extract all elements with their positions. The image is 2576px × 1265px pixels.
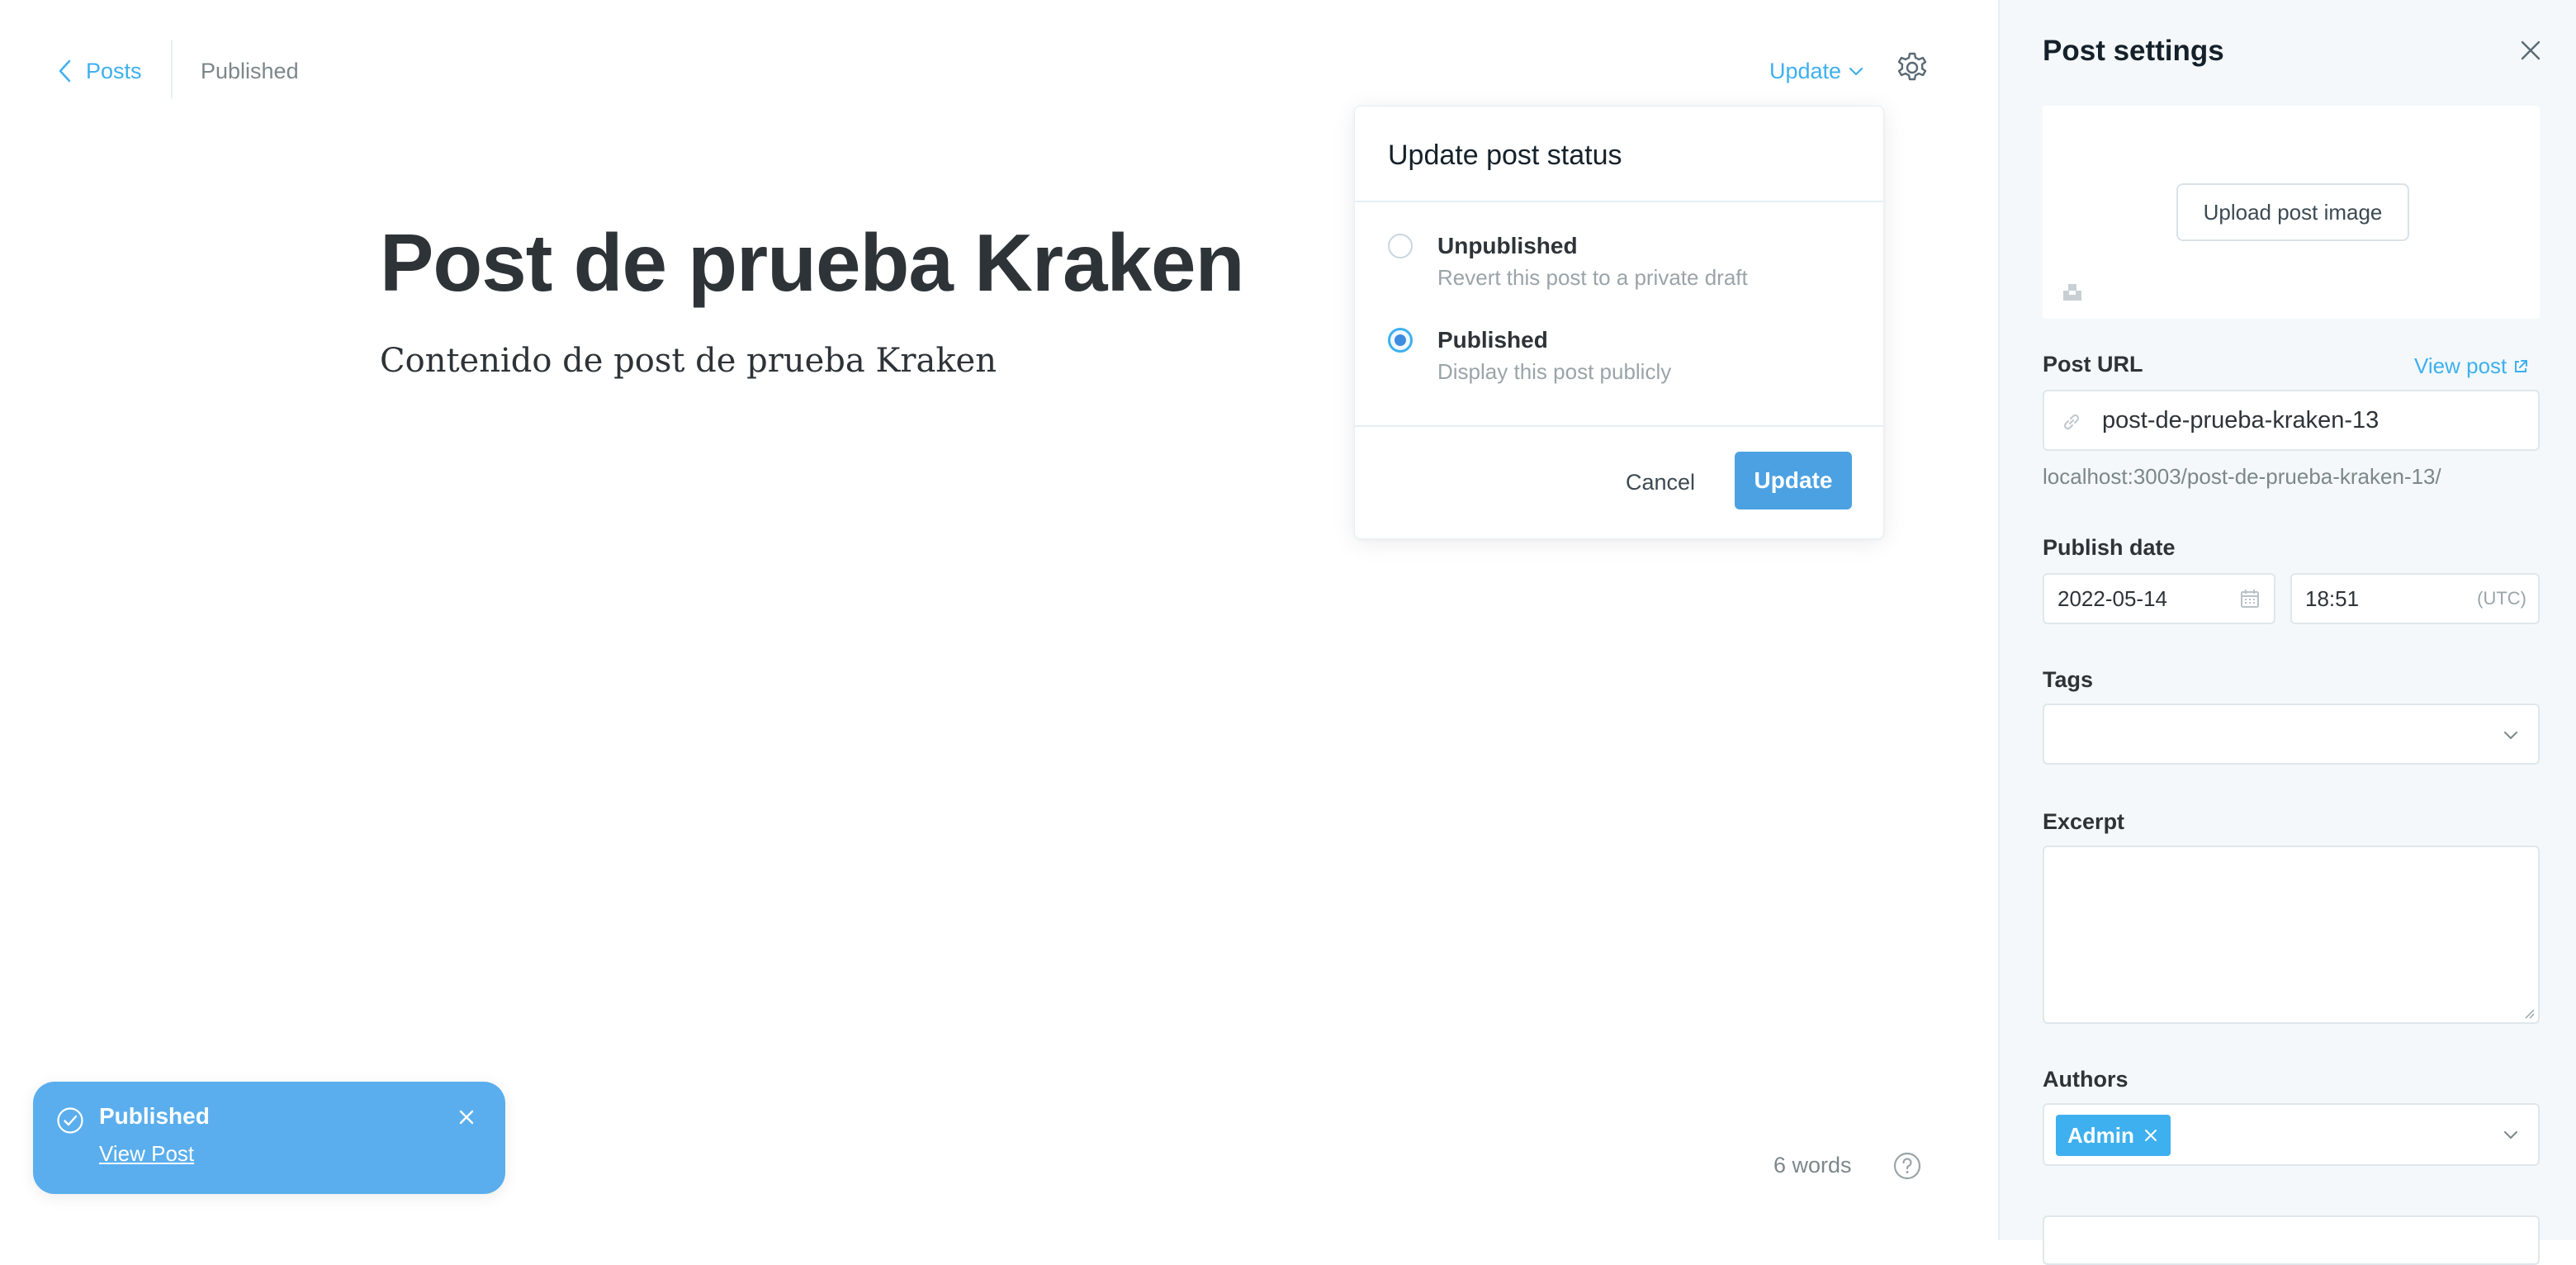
post-title[interactable]: Post de prueba Kraken	[380, 216, 1244, 310]
published-toast: Published View Post	[33, 1082, 505, 1194]
help-icon[interactable]	[1892, 1151, 1922, 1181]
gear-icon[interactable]	[1896, 51, 1929, 84]
chevron-down-icon	[2504, 732, 2517, 739]
chevron-down-icon	[2504, 1131, 2517, 1139]
radio-published[interactable]	[1388, 328, 1413, 353]
update-status-popover: Update post status Unpublished Revert th…	[1354, 106, 1884, 539]
remove-author-icon[interactable]	[2143, 1127, 2159, 1144]
update-menu-trigger[interactable]: Update	[1769, 53, 1864, 89]
publish-date-input[interactable]: 2022-05-14	[2043, 573, 2275, 624]
update-button[interactable]: Update	[1735, 452, 1852, 509]
link-icon	[2063, 414, 2080, 430]
option-label: Published	[1437, 327, 1548, 353]
popover-title: Update post status	[1388, 140, 1622, 171]
word-count: 6 words	[1773, 1153, 1852, 1177]
post-url-label: Post URL	[2043, 352, 2143, 377]
chevron-left-icon	[59, 59, 71, 83]
radio-unpublished[interactable]	[1388, 234, 1413, 258]
date-value: 2022-05-14	[2057, 586, 2167, 611]
authors-select[interactable]: Admin	[2043, 1103, 2540, 1166]
option-label: Unpublished	[1437, 233, 1578, 258]
post-status: Published	[201, 59, 299, 83]
toast-title: Published	[99, 1103, 210, 1129]
calendar-icon[interactable]	[2239, 588, 2261, 609]
upload-post-image-button[interactable]: Upload post image	[2176, 183, 2409, 241]
popover-divider	[1355, 425, 1883, 427]
status-option-published[interactable]: Published Display this post publicly	[1388, 326, 1671, 386]
next-settings-field[interactable]	[2043, 1215, 2540, 1265]
view-post-link[interactable]: View post	[2414, 353, 2528, 379]
status-option-unpublished[interactable]: Unpublished Revert this post to a privat…	[1388, 232, 1748, 291]
option-description: Display this post publicly	[1437, 359, 1672, 384]
post-image-area: Upload post image	[2043, 106, 2540, 319]
cancel-button[interactable]: Cancel	[1611, 453, 1710, 511]
close-icon[interactable]	[2518, 38, 2543, 63]
post-url-input[interactable]: post-de-prueba-kraken-13	[2043, 390, 2540, 451]
time-value: 18:51	[2305, 586, 2360, 611]
chevron-down-icon	[1849, 67, 1863, 76]
popover-header: Update post status	[1355, 107, 1883, 202]
panel-title: Post settings	[2043, 35, 2224, 67]
post-body[interactable]: Contenido de post de prueba Kraken	[380, 342, 997, 380]
back-to-posts-link[interactable]: Posts	[56, 53, 142, 89]
update-menu-label: Update	[1769, 58, 1842, 83]
check-circle-icon	[57, 1107, 83, 1134]
authors-label: Authors	[2043, 1067, 2129, 1092]
option-description: Revert this post to a private draft	[1437, 265, 1748, 290]
publish-date-label: Publish date	[2043, 535, 2176, 560]
author-chip: Admin	[2056, 1115, 2171, 1156]
external-link-icon	[2515, 359, 2528, 372]
post-settings-panel: Post settings Upload post image Post URL…	[1998, 0, 2576, 1265]
close-icon[interactable]	[456, 1106, 477, 1128]
excerpt-textarea[interactable]	[2043, 846, 2540, 1024]
author-name: Admin	[2067, 1122, 2134, 1148]
tags-select[interactable]	[2043, 704, 2540, 765]
header-divider	[171, 40, 173, 99]
resize-handle-icon[interactable]	[2522, 1006, 2535, 1019]
timezone-label: (UTC)	[2477, 588, 2526, 609]
view-post-label: View post	[2414, 353, 2507, 378]
view-post-toast-link[interactable]: View Post	[99, 1141, 194, 1167]
tags-label: Tags	[2043, 667, 2094, 692]
unsplash-icon[interactable]	[2061, 281, 2084, 304]
back-link-label: Posts	[86, 58, 142, 83]
publish-time-input[interactable]: 18:51 (UTC)	[2290, 573, 2540, 624]
post-url-value: post-de-prueba-kraken-13	[2102, 407, 2379, 434]
excerpt-label: Excerpt	[2043, 809, 2125, 834]
post-url-hint: localhost:3003/post-de-prueba-kraken-13/	[2043, 464, 2441, 489]
